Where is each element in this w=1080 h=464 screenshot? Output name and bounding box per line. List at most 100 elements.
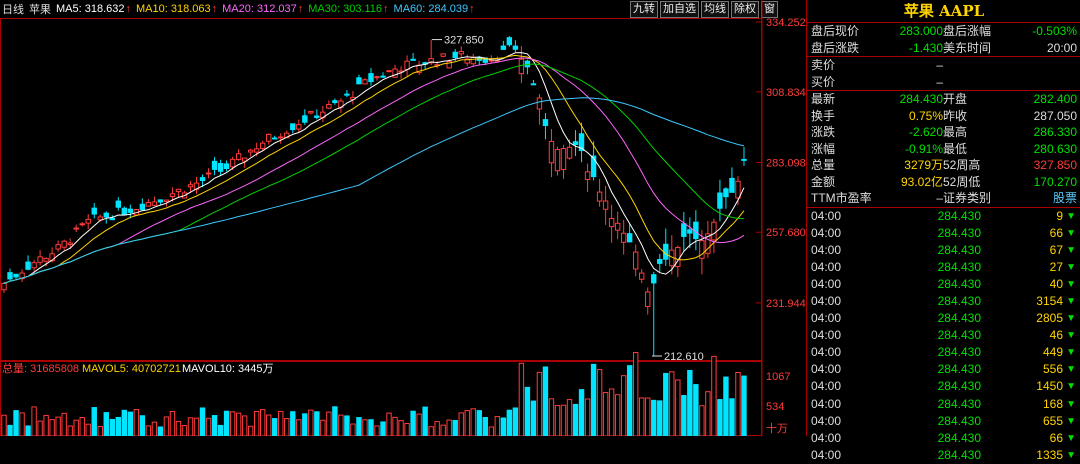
down-arrow-icon: ▼ <box>1066 261 1076 273</box>
volume-bar <box>151 421 158 436</box>
high-price-label: 327.850 <box>444 35 484 47</box>
volume-bar <box>121 409 128 436</box>
volume-bar <box>530 400 537 436</box>
volume-bar <box>578 389 585 436</box>
quote-value: -0.91% <box>904 141 943 156</box>
trade-price: 284.430 <box>937 430 981 445</box>
candle-body <box>205 172 212 175</box>
trade-row[interactable]: 04:00 284.430 655 ▼ <box>807 413 1080 430</box>
candle-body <box>67 242 73 245</box>
trade-row[interactable]: 04:00 284.430 27 ▼ <box>807 259 1080 276</box>
volume-bar <box>404 422 410 436</box>
trade-time: 04:00 <box>811 345 842 360</box>
trade-qty: 449 <box>1042 345 1063 360</box>
trade-price: 284.430 <box>937 362 981 377</box>
volume-bar <box>428 426 434 436</box>
candle-body <box>572 141 579 146</box>
stats-block: 最新 284.430 开盘 282.400 换手 0.75% 昨收 287.050 涨跌 -2.6… <box>807 91 1080 208</box>
volume-bar <box>296 419 302 436</box>
candle-body <box>608 217 615 228</box>
quote-label: 涨幅 <box>811 141 836 156</box>
volume-bar <box>518 362 525 436</box>
trade-row[interactable]: 04:00 284.430 3154 ▼ <box>807 293 1080 310</box>
trade-row[interactable]: 04:00 284.430 2805 ▼ <box>807 310 1080 327</box>
candle-body <box>326 103 332 109</box>
candle-body <box>717 192 723 209</box>
quote-value: – <box>936 191 943 205</box>
candle-body <box>368 73 374 83</box>
trade-list[interactable]: 04:00 284.430 9 ▼ 04:00 284.430 66 ▼ 04:00 284.43… <box>807 208 1080 464</box>
candle-body <box>723 188 729 198</box>
trade-time: 04:00 <box>811 447 842 462</box>
volume-bar <box>211 415 218 436</box>
trade-row[interactable]: 04:00 284.430 66 ▼ <box>807 225 1080 242</box>
trade-price: 284.430 <box>937 311 981 326</box>
panel-title: 苹果 AAPL <box>807 0 1080 23</box>
candle-body <box>542 119 549 126</box>
candle-body <box>530 83 537 86</box>
volume-bar <box>115 416 122 436</box>
trade-row[interactable]: 04:00 284.430 40 ▼ <box>807 276 1080 293</box>
trade-row[interactable]: 04:00 284.430 1335 ▼ <box>807 447 1080 464</box>
quote-label: 涨跌 <box>811 125 836 139</box>
volume-bar <box>145 425 152 436</box>
volume-bar <box>187 417 194 436</box>
candle-body <box>37 256 43 263</box>
candle-body <box>518 58 525 75</box>
volume-bar <box>687 369 693 436</box>
trade-row[interactable]: 04:00 284.430 556 ▼ <box>807 361 1080 378</box>
volume-bar <box>7 424 13 436</box>
volume-legend-item: MAVOL5: 40702721 <box>82 363 181 375</box>
trade-row[interactable]: 04:00 284.430 168 ▼ <box>807 396 1080 413</box>
quote-row: 盘后现价 283.000 盘后涨幅 -0.503% <box>807 23 1080 40</box>
low-price-label: 212.610 <box>664 351 704 363</box>
volume-bar <box>169 410 176 436</box>
volume-bar <box>332 406 338 436</box>
volume-bar <box>73 419 79 436</box>
trade-row[interactable]: 04:00 284.430 66 ▼ <box>807 430 1080 447</box>
volume-bar <box>458 412 464 436</box>
trade-price: 284.430 <box>937 225 981 240</box>
quote-label: 52周高 <box>943 158 981 172</box>
volume-bar <box>596 369 603 436</box>
candle-body <box>1 282 7 291</box>
quote-value: 286.330 <box>1033 125 1077 139</box>
quote-value: 3279万 <box>904 158 943 172</box>
trade-row[interactable]: 04:00 284.430 67 ▼ <box>807 242 1080 259</box>
trade-row[interactable]: 04:00 284.430 449 ▼ <box>807 344 1080 361</box>
candle-body <box>163 199 170 202</box>
trade-row[interactable]: 04:00 284.430 46 ▼ <box>807 327 1080 344</box>
volume-bar <box>217 424 224 436</box>
quote-label: 昨收 <box>943 108 968 123</box>
kline-svg[interactable]: 334.252 308.834 283.098 257.680 231.944 327.8… <box>0 0 806 436</box>
volume-bar <box>506 409 513 436</box>
volume-bar <box>308 409 314 436</box>
ma-line <box>3 57 745 284</box>
volume-bar <box>639 397 645 436</box>
volume-bar <box>602 392 609 436</box>
kline-chart[interactable]: 日线 苹果 MA5: 318.632↑ MA10: 318.063↑ MA20: 3… <box>0 0 806 436</box>
trade-row[interactable]: 04:00 284.430 9 ▼ <box>807 208 1080 225</box>
volume-bar <box>524 386 531 436</box>
volume-bar <box>223 410 230 436</box>
volume-bar <box>657 400 663 436</box>
candle-body <box>223 163 230 170</box>
candle-body <box>566 146 573 159</box>
quote-label: 52周低 <box>943 174 981 189</box>
candle-body <box>687 229 693 234</box>
volume-bar <box>675 379 681 436</box>
trade-row[interactable]: 04:00 284.430 1450 ▼ <box>807 378 1080 395</box>
trade-qty: 67 <box>1049 242 1063 257</box>
candle-body <box>596 191 603 202</box>
volume-bar <box>608 388 615 436</box>
volume-bar <box>127 411 134 436</box>
volume-bar <box>741 375 747 436</box>
after-hours-block: 盘后现价 283.000 盘后涨幅 -0.503% 盘后涨跌 -1.430 美东时间 20:0… <box>807 23 1080 57</box>
volume-bar <box>13 410 19 436</box>
volume-bar <box>626 365 633 436</box>
volume-bar <box>103 412 109 436</box>
trade-qty: 40 <box>1049 276 1063 291</box>
candle-body <box>115 200 122 208</box>
volume-bar <box>560 404 567 436</box>
volume-bar <box>356 417 362 436</box>
